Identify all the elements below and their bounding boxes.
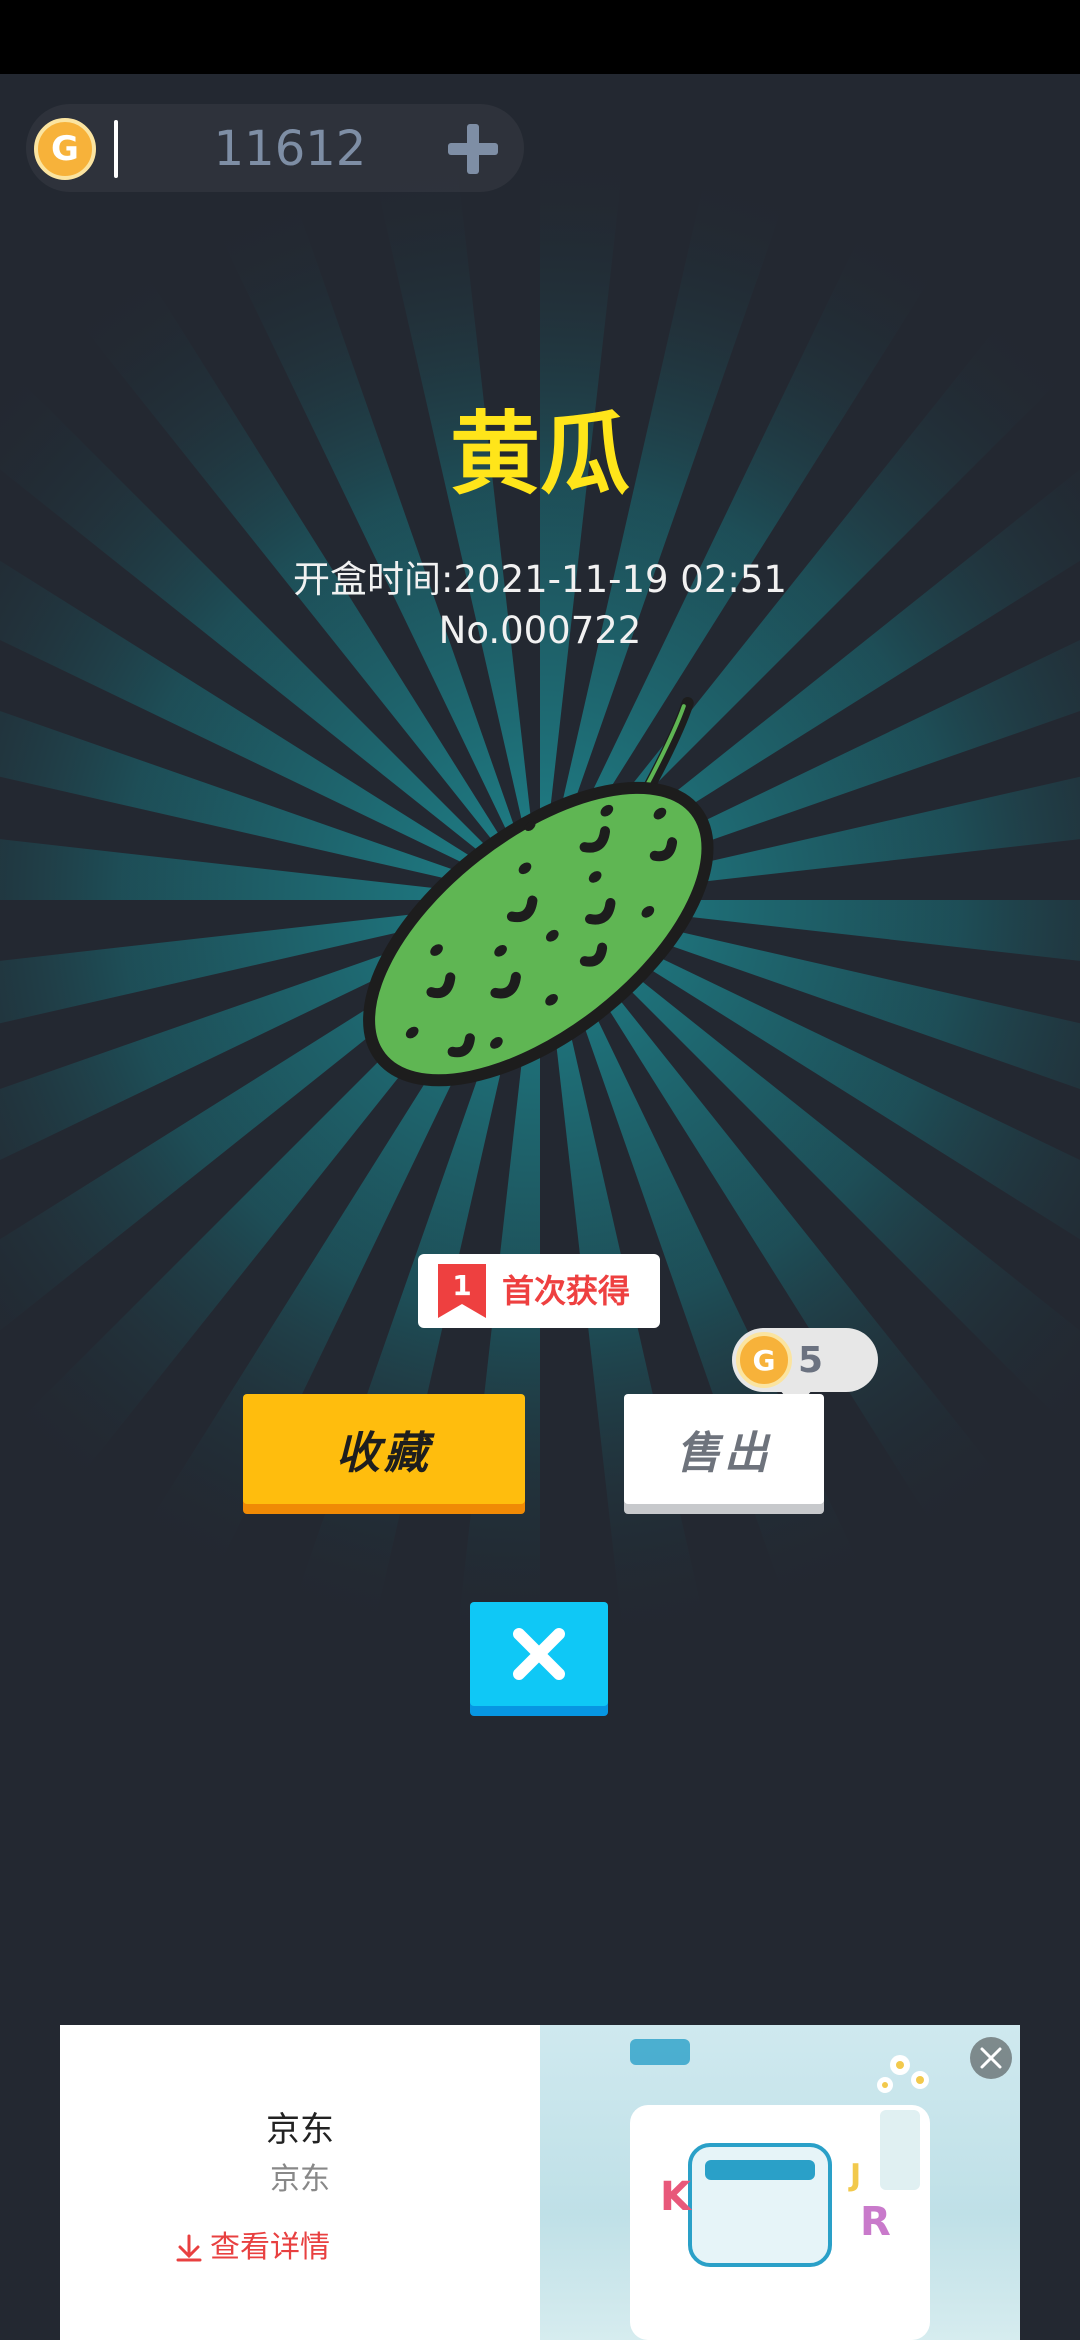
download-arrow-icon bbox=[176, 2234, 202, 2262]
open-time: 开盒时间:2021-11-19 02:51 bbox=[293, 558, 787, 601]
ad-product-image[interactable]: K R J bbox=[540, 2025, 1020, 2340]
divider bbox=[114, 120, 118, 178]
coin-icon: G bbox=[736, 1332, 792, 1388]
coin-balance: 11612 bbox=[213, 121, 367, 177]
sell-button[interactable]: 售出 bbox=[624, 1394, 824, 1504]
svg-text:J: J bbox=[848, 2158, 861, 2193]
ad-detail-link[interactable]: 查看详情 bbox=[176, 2223, 330, 2273]
close-button[interactable] bbox=[470, 1602, 608, 1706]
ad-subtitle: 京东 bbox=[270, 2162, 330, 2197]
first-obtained-badge: 1 首次获得 bbox=[418, 1254, 660, 1328]
close-icon bbox=[513, 1628, 565, 1680]
product-package-illustration: K R J bbox=[630, 2039, 930, 2340]
coin-icon: G bbox=[34, 118, 96, 180]
svg-text:R: R bbox=[860, 2199, 891, 2245]
badge-label: 首次获得 bbox=[502, 1272, 631, 1310]
status-bar bbox=[0, 0, 1080, 74]
plus-icon[interactable] bbox=[444, 120, 502, 178]
ad-text-panel: 京东 京东 查看详情 bbox=[60, 2025, 540, 2340]
ad-banner[interactable]: 京东 京东 查看详情 K R J bbox=[60, 2025, 1020, 2340]
ad-title: 京东 bbox=[266, 2110, 334, 2150]
ad-close-button[interactable] bbox=[970, 2037, 1012, 2079]
sell-price-value: 5 bbox=[798, 1340, 824, 1381]
close-icon bbox=[980, 2047, 1002, 2069]
sell-price-bubble: G 5 bbox=[732, 1328, 878, 1410]
ad-detail-label: 查看详情 bbox=[210, 2230, 330, 2265]
serial-number: No.000722 bbox=[438, 609, 642, 652]
cucumber-illustration bbox=[363, 697, 714, 1087]
item-title: 黄瓜 bbox=[450, 402, 630, 507]
badge-number: 1 bbox=[452, 1269, 472, 1302]
svg-text:K: K bbox=[660, 2174, 693, 2220]
collect-button[interactable]: 收藏 bbox=[243, 1394, 525, 1504]
